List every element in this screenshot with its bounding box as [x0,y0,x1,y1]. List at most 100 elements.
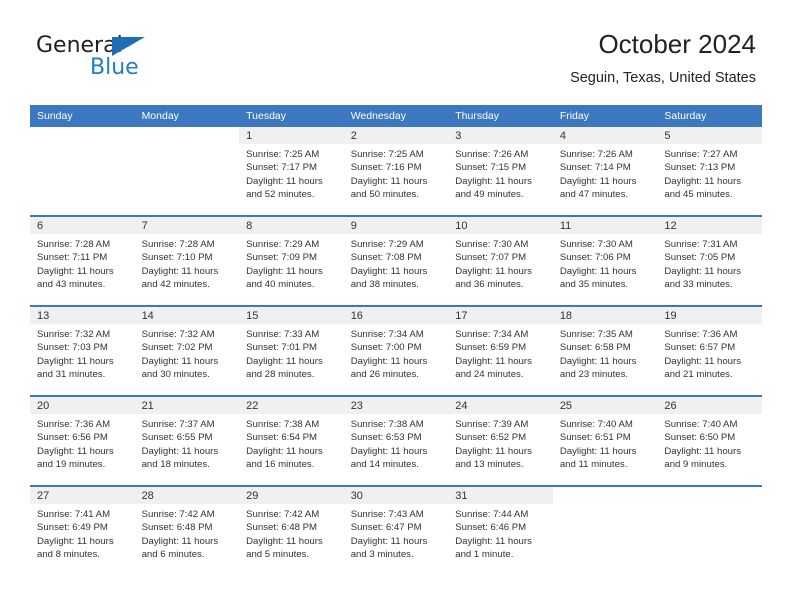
calendar-day-cell[interactable]: 26 Sunrise: 7:40 AM Sunset: 6:50 PM Dayligh… [657,395,762,486]
sunset-time: Sunset: 7:05 PM [664,252,736,264]
day-details: Sunrise: 7:26 AM Sunset: 7:15 PM Daylight:… [448,144,553,202]
calendar-day-cell[interactable]: 15 Sunrise: 7:33 AM Sunset: 7:01 PM Dayligh… [239,305,344,396]
calendar-day-cell[interactable]: 23 Sunrise: 7:38 AM Sunset: 6:53 PM Dayligh… [343,395,449,486]
day-number: 19 [664,310,677,322]
calendar-day-cell[interactable]: 1 Sunrise: 7:25 AM Sunset: 7:17 PM Daylight… [239,127,344,216]
sunset-time: Sunset: 7:06 PM [559,252,631,264]
calendar-day-cell[interactable]: 27 Sunrise: 7:41 AM Sunset: 6:49 PM Dayligh… [30,485,135,575]
calendar-day-cell[interactable]: 18 Sunrise: 7:35 AM Sunset: 6:58 PM Dayligh… [552,305,658,396]
sunset-time: Sunset: 7:08 PM [350,252,422,264]
sunset-time: Sunset: 7:14 PM [559,162,631,174]
daylight-duration-line1: Daylight: 11 hours [664,445,741,457]
day-number: 16 [350,310,363,322]
day-details: Sunrise: 7:37 AM Sunset: 6:55 PM Daylight:… [135,414,240,472]
day-number-strip: 1 [239,127,344,144]
day-cell-inner: 1 Sunrise: 7:25 AM Sunset: 7:17 PM Daylight… [239,127,344,215]
daylight-duration-line2: and 40 minutes. [246,279,315,291]
day-number-strip: 26 [657,397,762,414]
day-number-strip: 21 [134,397,240,414]
daylight-duration-line2: and 6 minutes. [141,549,205,561]
sunset-time: Sunset: 6:52 PM [455,432,527,444]
calendar-day-cell[interactable]: 8 Sunrise: 7:29 AM Sunset: 7:09 PM Daylight… [239,215,344,306]
daylight-duration-line1: Daylight: 11 hours [350,535,428,547]
calendar-week-row: 13 Sunrise: 7:32 AM Sunset: 7:03 PM Dayligh… [30,305,762,396]
day-number-strip: 7 [134,217,240,234]
sunrise-time: Sunrise: 7:26 AM [559,149,633,160]
calendar-day-cell[interactable]: 25 Sunrise: 7:40 AM Sunset: 6:51 PM Dayligh… [552,395,658,486]
calendar-day-cell[interactable]: 24 Sunrise: 7:39 AM Sunset: 6:52 PM Dayligh… [448,395,553,486]
sunrise-time: Sunrise: 7:26 AM [455,149,529,160]
sunset-time: Sunset: 6:54 PM [246,432,318,444]
day-number: 7 [141,220,148,232]
calendar-day-cell[interactable]: 17 Sunrise: 7:34 AM Sunset: 6:59 PM Dayligh… [448,305,553,396]
day-number-strip: 20 [30,397,135,414]
sunrise-time: Sunrise: 7:44 AM [455,509,529,520]
day-cell-inner: 14 Sunrise: 7:32 AM Sunset: 7:02 PM Dayligh… [134,307,240,395]
calendar-day-cell[interactable]: 3 Sunrise: 7:26 AM Sunset: 7:15 PM Daylight… [448,127,553,216]
day-cell-inner: 19 Sunrise: 7:36 AM Sunset: 6:57 PM Dayligh… [657,307,762,395]
sunset-time: Sunset: 6:58 PM [559,342,631,354]
daylight-duration-line1: Daylight: 11 hours [246,175,323,187]
day-number: 28 [141,490,154,502]
calendar-day-cell[interactable]: 22 Sunrise: 7:38 AM Sunset: 6:54 PM Dayligh… [239,395,344,486]
calendar-day-cell[interactable]: 2 Sunrise: 7:25 AM Sunset: 7:16 PM Daylight… [343,127,449,216]
daylight-duration-line1: Daylight: 11 hours [141,265,219,277]
calendar-day-cell[interactable]: 5 Sunrise: 7:27 AM Sunset: 7:13 PM Daylight… [657,127,762,216]
day-number: 5 [664,130,671,142]
sunset-time: Sunset: 6:59 PM [455,342,527,354]
day-details: Sunrise: 7:26 AM Sunset: 7:14 PM Daylight:… [553,144,658,202]
calendar-day-cell[interactable]: 28 Sunrise: 7:42 AM Sunset: 6:48 PM Dayligh… [134,485,240,575]
sunrise-time: Sunrise: 7:30 AM [559,239,633,250]
calendar-day-cell[interactable]: 19 Sunrise: 7:36 AM Sunset: 6:57 PM Dayligh… [657,305,762,396]
calendar-day-cell[interactable]: 13 Sunrise: 7:32 AM Sunset: 7:03 PM Dayligh… [30,305,135,396]
calendar-day-cell[interactable]: 21 Sunrise: 7:37 AM Sunset: 6:55 PM Dayligh… [134,395,240,486]
day-number-strip: 23 [343,397,449,414]
calendar-day-cell[interactable]: 20 Sunrise: 7:36 AM Sunset: 6:56 PM Dayligh… [30,395,135,486]
day-number-strip: 29 [239,487,344,504]
calendar-day-cell[interactable]: 14 Sunrise: 7:32 AM Sunset: 7:02 PM Dayligh… [134,305,240,396]
sunset-time: Sunset: 6:55 PM [141,432,213,444]
day-details: Sunrise: 7:43 AM Sunset: 6:47 PM Daylight:… [344,504,449,562]
day-number-strip: 9 [343,217,449,234]
day-number: 22 [246,400,259,412]
daylight-duration-line2: and 1 minute. [455,549,514,561]
calendar-day-cell[interactable]: 10 Sunrise: 7:30 AM Sunset: 7:07 PM Dayligh… [448,215,553,306]
calendar-day-cell[interactable]: 30 Sunrise: 7:43 AM Sunset: 6:47 PM Dayligh… [343,485,449,575]
sunset-time: Sunset: 7:03 PM [37,342,108,354]
calendar-day-cell[interactable]: 29 Sunrise: 7:42 AM Sunset: 6:48 PM Dayligh… [239,485,344,575]
day-number-strip: 8 [239,217,344,234]
calendar-day-cell[interactable]: 12 Sunrise: 7:31 AM Sunset: 7:05 PM Dayligh… [657,215,762,306]
day-number-strip: 27 [30,487,135,504]
day-number: 2 [350,130,357,142]
daylight-duration-line1: Daylight: 11 hours [37,265,114,277]
calendar-day-cell[interactable]: 7 Sunrise: 7:28 AM Sunset: 7:10 PM Daylight… [134,215,240,306]
daylight-duration-line2: and 14 minutes. [350,459,419,471]
calendar-day-cell[interactable]: 16 Sunrise: 7:34 AM Sunset: 7:00 PM Dayligh… [343,305,449,396]
calendar-day-cell[interactable]: 9 Sunrise: 7:29 AM Sunset: 7:08 PM Daylight… [343,215,449,306]
sunset-time: Sunset: 6:53 PM [350,432,422,444]
daylight-duration-line1: Daylight: 11 hours [350,265,428,277]
calendar-day-cell [552,485,658,575]
day-number: 12 [664,220,677,232]
calendar-day-cell[interactable]: 11 Sunrise: 7:30 AM Sunset: 7:06 PM Dayligh… [552,215,658,306]
weekday-header-wednesday: Wednesday [343,105,449,127]
day-number-strip: 11 [552,217,658,234]
calendar-day-cell[interactable]: 31 Sunrise: 7:44 AM Sunset: 6:46 PM Dayligh… [448,485,553,575]
general-blue-logo[interactable]: General Blue [36,33,256,89]
day-number-strip: 2 [343,127,449,144]
daylight-duration-line2: and 30 minutes. [141,369,210,381]
day-cell-inner: 2 Sunrise: 7:25 AM Sunset: 7:16 PM Daylight… [343,127,449,215]
daylight-duration-line1: Daylight: 11 hours [664,175,741,187]
calendar-day-cell[interactable]: 6 Sunrise: 7:28 AM Sunset: 7:11 PM Daylight… [30,215,135,306]
day-number: 15 [246,310,259,322]
day-number-strip: 6 [30,217,135,234]
day-number-strip: 17 [448,307,553,324]
calendar-day-cell[interactable]: 4 Sunrise: 7:26 AM Sunset: 7:14 PM Daylight… [552,127,658,216]
sunrise-time: Sunrise: 7:32 AM [37,329,111,340]
daylight-duration-line1: Daylight: 11 hours [37,445,114,457]
day-cell-inner: 27 Sunrise: 7:41 AM Sunset: 6:49 PM Dayligh… [30,487,135,575]
sunrise-time: Sunrise: 7:33 AM [246,329,320,340]
day-number: 3 [455,130,462,142]
day-number-strip: 14 [134,307,240,324]
page-title: October 2024 [598,29,756,59]
